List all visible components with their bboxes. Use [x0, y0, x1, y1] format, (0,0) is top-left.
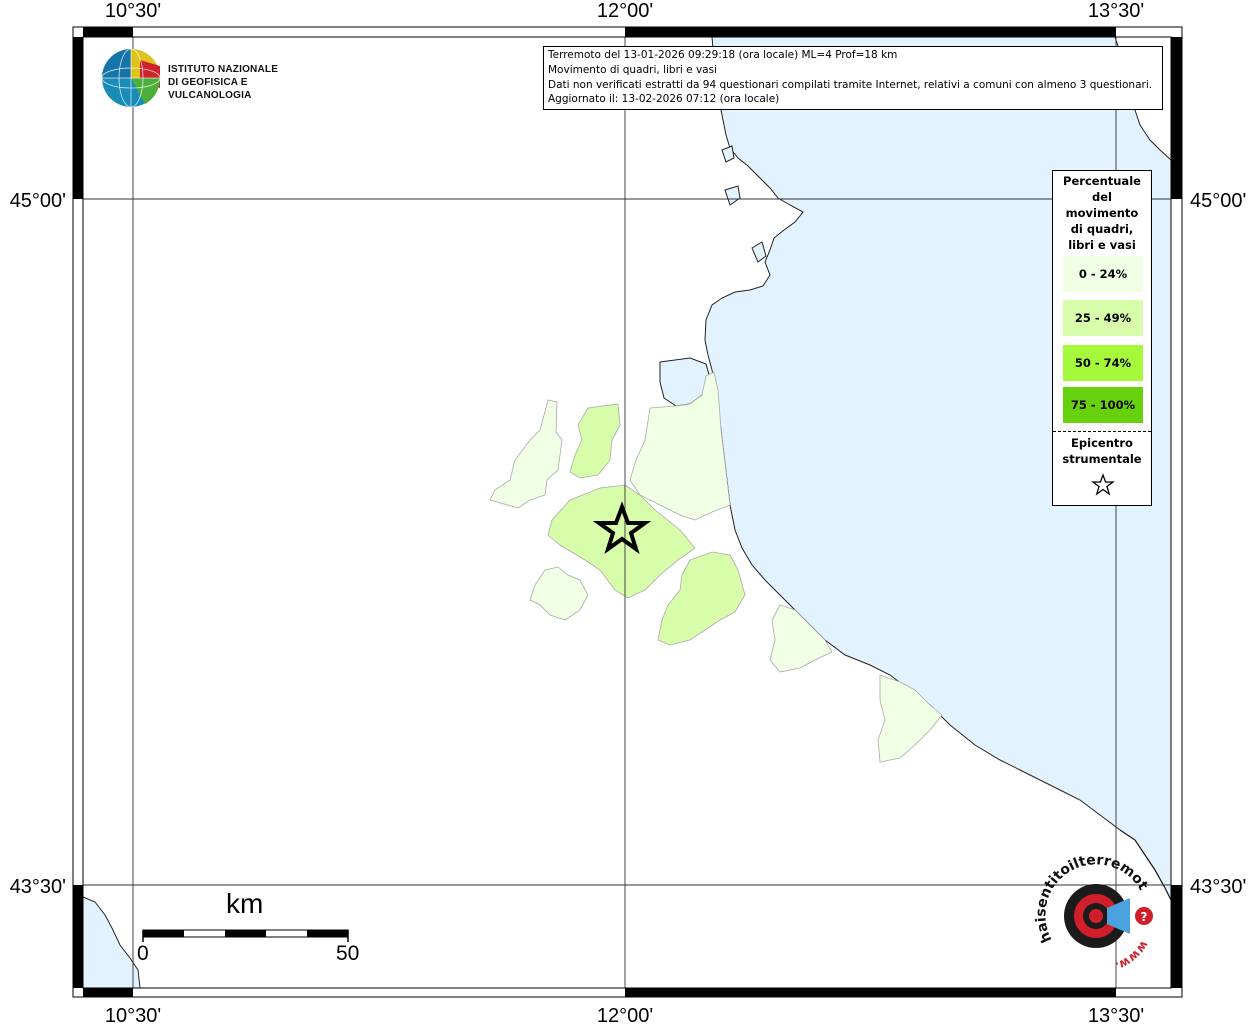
lat-label-right: 43°30'	[1190, 876, 1246, 898]
star-outline-icon	[1091, 473, 1115, 496]
lon-label-top: 10°30'	[105, 0, 161, 22]
legend-class-0-24: 0 - 24%	[1063, 255, 1143, 292]
legend-class-25-49: 25 - 49%	[1063, 299, 1143, 336]
legend-title-line: movimento	[1065, 206, 1139, 220]
event-parameter: Movimento di quadri, libri e vasi	[548, 63, 717, 76]
scale-bar-max: 50	[336, 942, 360, 965]
legend-epicenter-line: Epicentro	[1071, 436, 1133, 450]
lat-label-right: 45°00'	[1190, 190, 1246, 212]
legend-epicenter-line: strumentale	[1062, 452, 1142, 466]
lon-label-top: 12°00'	[597, 0, 653, 22]
map-canvas: 10°30' 12°00' 13°30' 10°30' 12°00' 13°30…	[0, 0, 1246, 1024]
logo-line2: DI GEOFISICA E VULCANOLOGIA	[168, 77, 252, 101]
logo-line1: ISTITUTO NAZIONALE	[168, 64, 279, 75]
ingv-logo-icon	[101, 48, 161, 108]
legend-title-line: di quadri,	[1070, 222, 1134, 236]
legend-class-50-74: 50 - 74%	[1063, 344, 1143, 381]
legend-title-line: del	[1092, 190, 1112, 204]
legend-epicenter-label: Epicentro strumentale	[1053, 435, 1151, 467]
event-title: Terremoto del 13-01-2026 09:29:18 (ora l…	[548, 49, 898, 61]
legend-separator	[1053, 431, 1151, 432]
lat-label-left: 45°00'	[10, 190, 66, 212]
event-info-box: Terremoto del 13-01-2026 09:29:18 (ora l…	[543, 46, 1163, 111]
ingv-logo-text: ISTITUTO NAZIONALE DI GEOFISICA E VULCAN…	[168, 63, 328, 102]
legend-class-75-100: 75 - 100%	[1063, 386, 1143, 423]
legend: Percentuale del movimento di quadri, lib…	[1052, 170, 1152, 506]
lon-label-bottom: 10°30'	[105, 1005, 161, 1024]
scale-bar-unit: km	[226, 888, 264, 919]
lon-label-bottom: 12°00'	[597, 1005, 653, 1024]
lon-label-top: 13°30'	[1088, 0, 1144, 22]
event-updated: Aggiornato il: 13-02-2026 07:12 (ora loc…	[548, 93, 780, 106]
scale-bar-min: 0	[137, 942, 149, 965]
svg-text:?: ?	[1141, 910, 1148, 924]
legend-title-line: Percentuale	[1063, 174, 1141, 188]
legend-title-line: libri e vasi	[1068, 238, 1136, 252]
lat-label-left: 43°30'	[10, 876, 66, 898]
lon-label-bottom: 13°30'	[1088, 1005, 1144, 1024]
event-data-note: Dati non verificati estratti da 94 quest…	[548, 78, 1153, 91]
legend-title: Percentuale del movimento di quadri, lib…	[1053, 173, 1151, 253]
